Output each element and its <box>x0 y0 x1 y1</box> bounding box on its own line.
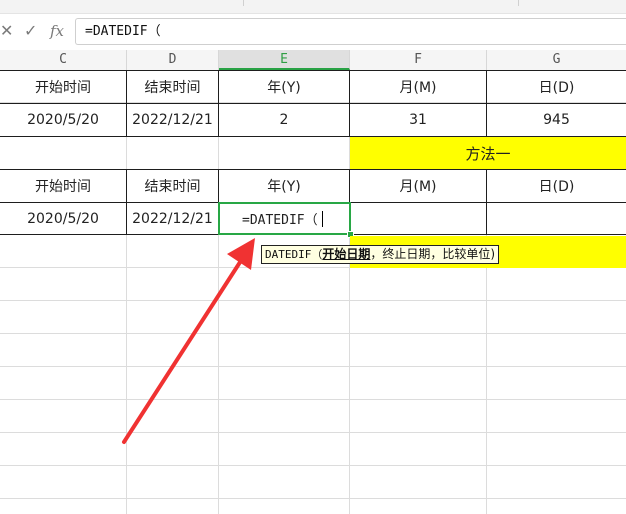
table2-header-year[interactable]: 年(Y) <box>218 169 350 203</box>
table2-header-end[interactable]: 结束时间 <box>126 169 219 203</box>
table1-end-date[interactable]: 2022/12/21 <box>126 103 219 137</box>
gridline <box>0 498 626 499</box>
column-header-e[interactable]: E <box>219 50 350 70</box>
cancel-icon[interactable]: ✕ <box>0 22 13 40</box>
insert-function-icon[interactable]: fx <box>50 22 64 40</box>
tooltip-function-name: DATEDIF（ <box>265 248 323 261</box>
table2-header-start[interactable]: 开始时间 <box>0 169 127 203</box>
cell-formula-text: =DATEDIF（ <box>242 213 318 228</box>
gridline <box>0 432 626 433</box>
gridline <box>0 366 626 367</box>
table1-years[interactable]: 2 <box>218 103 350 137</box>
column-headers: C D E F G <box>0 50 626 70</box>
table2-header-day[interactable]: 日(D) <box>486 169 626 203</box>
table1-header-year[interactable]: 年(Y) <box>218 70 350 104</box>
column-header-f[interactable]: F <box>350 50 487 70</box>
text-caret <box>321 210 323 227</box>
table1-header-month[interactable]: 月(M) <box>349 70 487 104</box>
column-header-c[interactable]: C <box>0 50 127 70</box>
confirm-icon[interactable]: ✓ <box>24 22 37 40</box>
table1-start-date[interactable]: 2020/5/20 <box>0 103 127 137</box>
table2-header-month[interactable]: 月(M) <box>349 169 487 203</box>
table2-start-date[interactable]: 2020/5/20 <box>0 202 127 235</box>
table2-days[interactable] <box>486 202 626 235</box>
gridline <box>0 399 626 400</box>
toolbar-divider <box>518 0 519 6</box>
gridline <box>0 300 626 301</box>
method-label[interactable]: 方法一 <box>350 137 626 169</box>
formula-input[interactable]: =DATEDIF（ <box>75 18 626 45</box>
table1-months[interactable]: 31 <box>349 103 487 137</box>
table2-months[interactable] <box>349 202 487 235</box>
table1-header-start[interactable]: 开始时间 <box>0 70 127 104</box>
column-header-g[interactable]: G <box>487 50 626 70</box>
table1-header-end[interactable]: 结束时间 <box>126 70 219 104</box>
column-header-d[interactable]: D <box>127 50 219 70</box>
formula-bar: ✕ ✓ fx =DATEDIF（ <box>0 14 626 50</box>
function-signature-tooltip: DATEDIF（开始日期，终止日期，比较单位) <box>261 245 500 264</box>
active-cell-editor[interactable]: =DATEDIF（ <box>218 202 351 235</box>
gridline <box>0 465 626 466</box>
tooltip-other-arguments: ，终止日期，比较单位) <box>370 247 496 261</box>
toolbar-divider <box>243 0 244 6</box>
table2-end-date[interactable]: 2022/12/21 <box>126 202 219 235</box>
gridline <box>0 333 626 334</box>
tooltip-current-argument[interactable]: 开始日期 <box>322 247 370 261</box>
table1-header-day[interactable]: 日(D) <box>486 70 626 104</box>
table1-days[interactable]: 945 <box>486 103 626 137</box>
top-strip <box>0 0 626 14</box>
